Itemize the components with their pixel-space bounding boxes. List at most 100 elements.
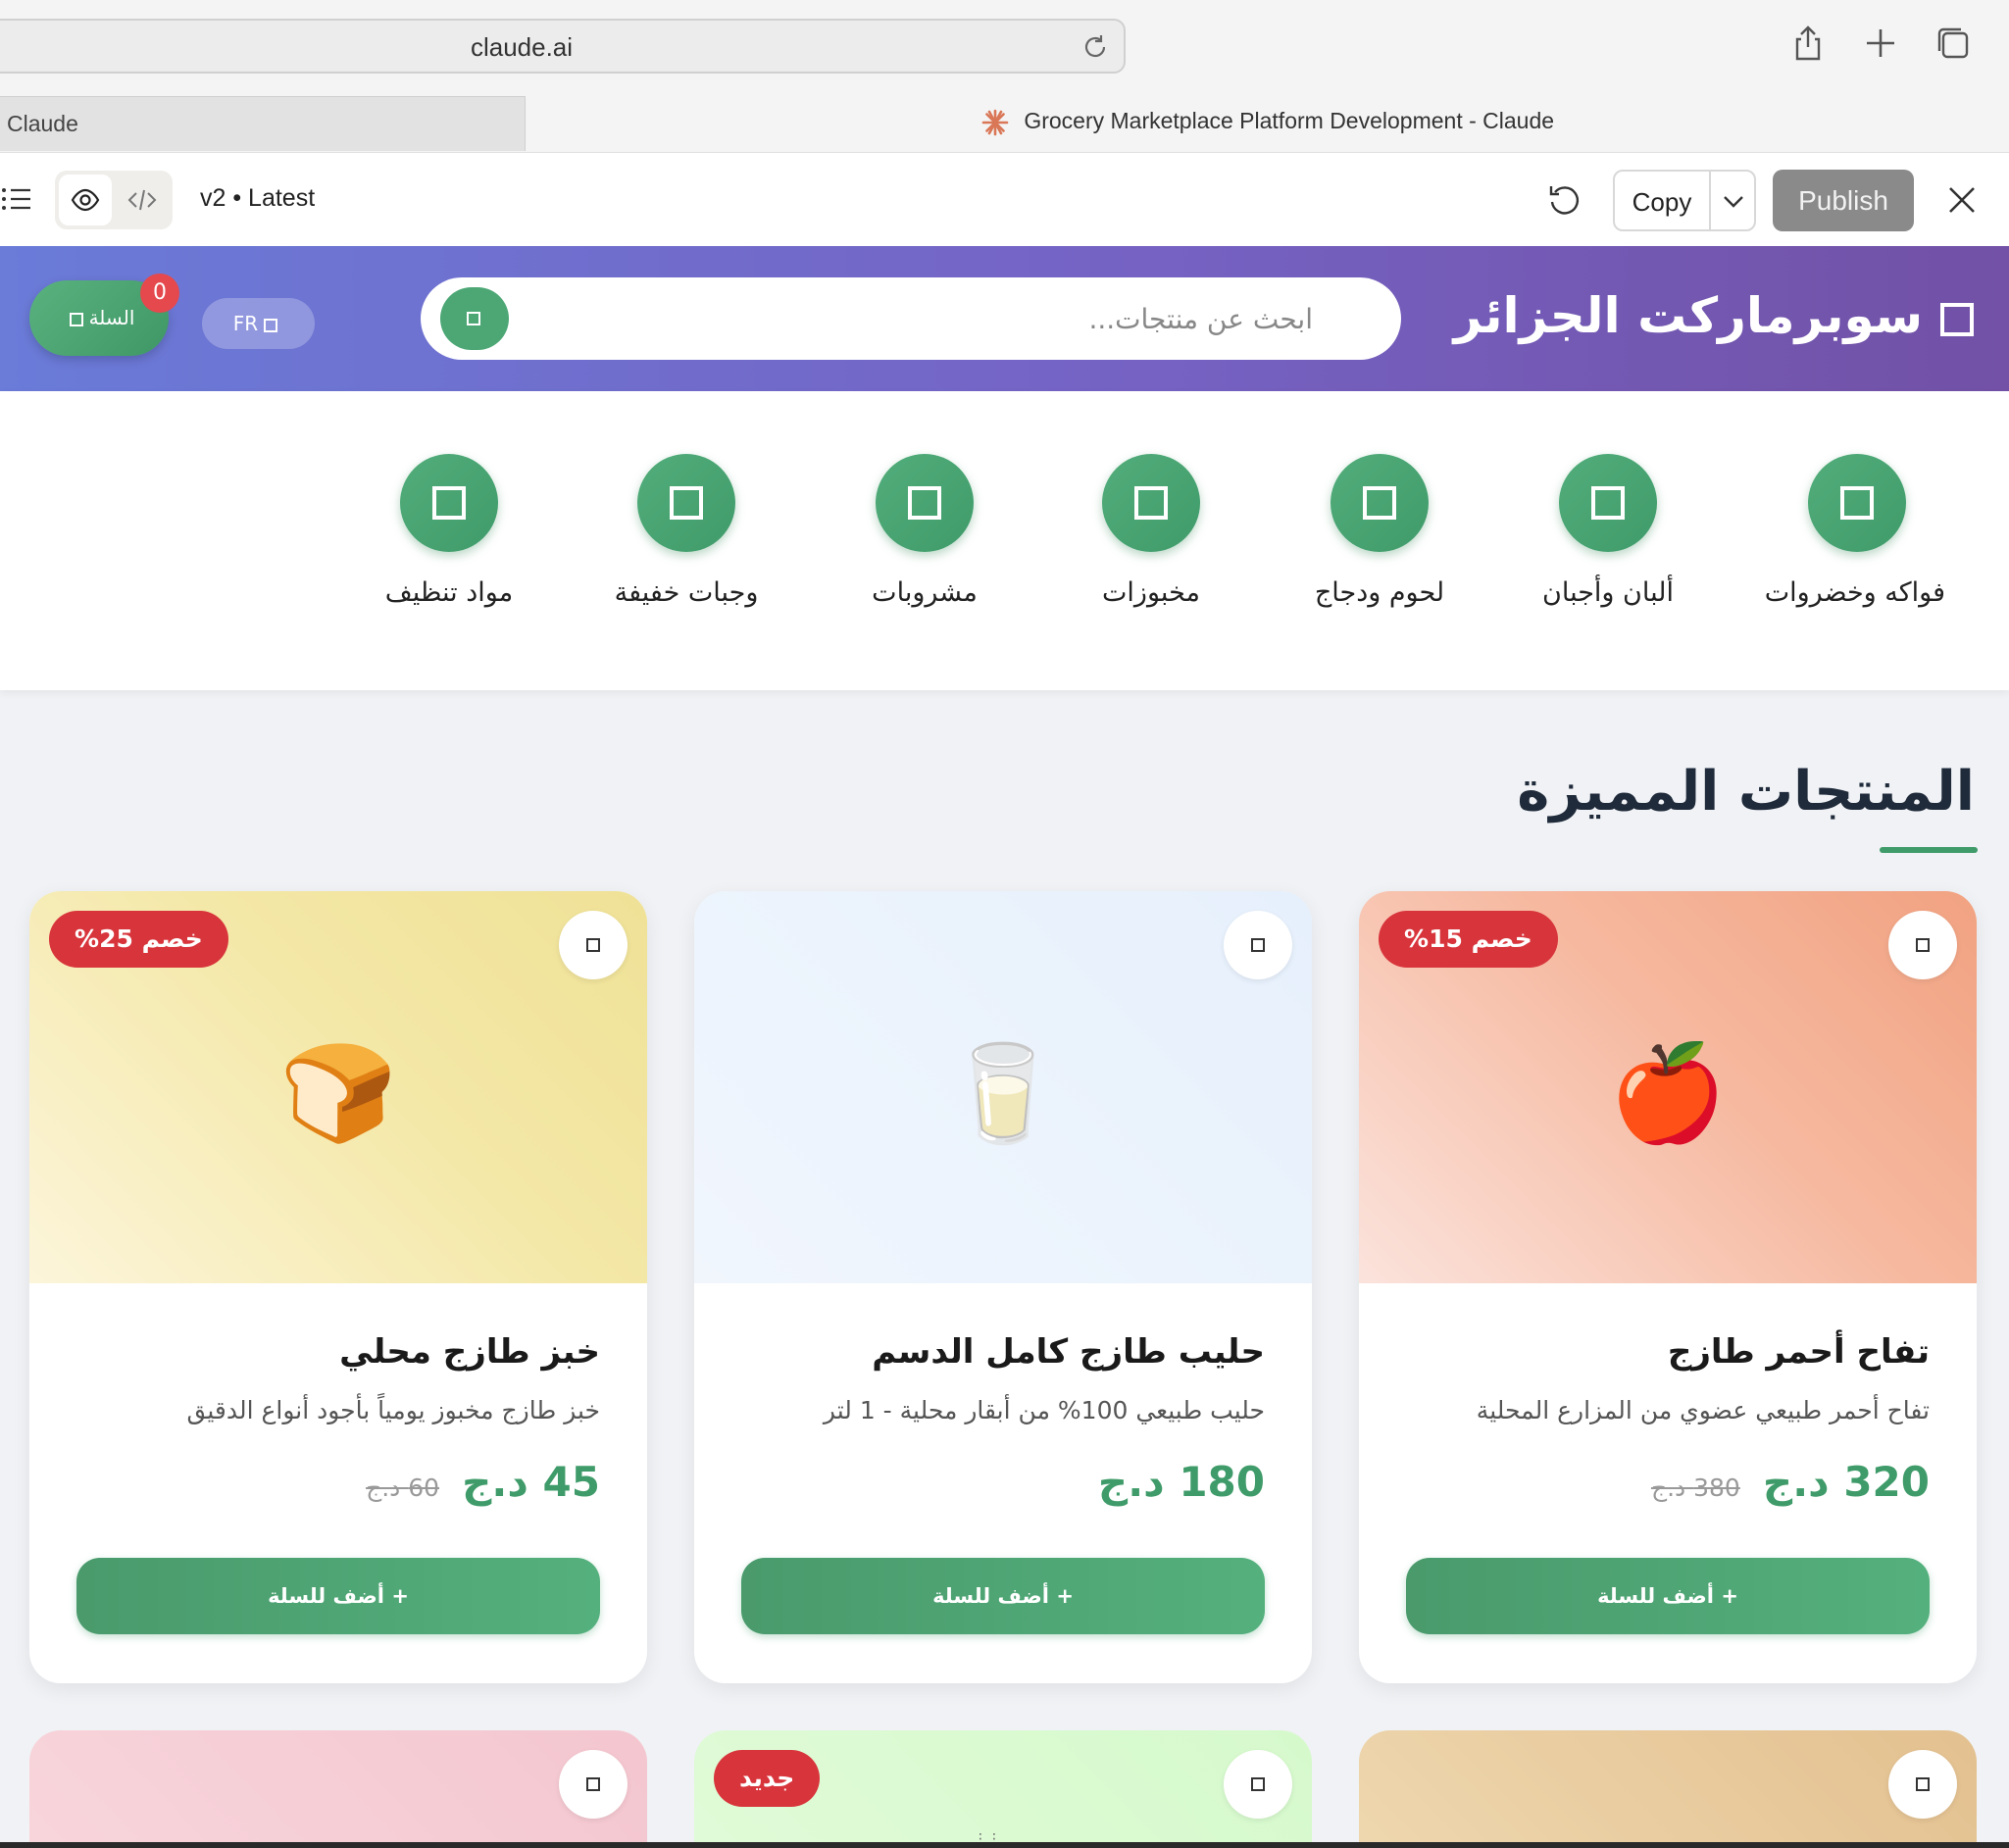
heart-icon (586, 1777, 600, 1791)
category-cleaning[interactable]: مواد تنظيف (361, 454, 537, 608)
tab-label: Claude (7, 111, 78, 136)
favorite-button[interactable] (1888, 1750, 1957, 1819)
heart-icon (1916, 938, 1930, 952)
new-badge: جديد (714, 1750, 821, 1807)
category-label: مشروبات (872, 577, 978, 608)
product-card[interactable]: 🍎 خصم 15% تفاح أحمر طازج تفاح أحمر طبيعي… (1359, 891, 1977, 1683)
divider (1709, 172, 1711, 229)
category-dairy-cheese[interactable]: ألبان وأجبان (1520, 454, 1696, 608)
category-icon (1808, 454, 1906, 552)
favorite-button[interactable] (559, 1750, 628, 1819)
category-label: لحوم ودجاج (1314, 577, 1445, 608)
category-bakery[interactable]: مخبوزات (1063, 454, 1239, 608)
code-button[interactable] (116, 175, 169, 225)
favorite-button[interactable] (1888, 911, 1957, 979)
product-image: 🍎 خصم 15% (1359, 891, 1977, 1283)
product-name: تفاح أحمر طازج (1667, 1332, 1930, 1372)
favorite-button[interactable] (559, 911, 628, 979)
category-icon (1331, 454, 1429, 552)
product-card[interactable]: 🍞 خصم 25% خبز طازج محلي خبز طازج مخبوز ي… (29, 891, 647, 1683)
add-to-cart-button[interactable]: + أضف للسلة (76, 1558, 600, 1634)
product-price: 180 د.ج (1097, 1458, 1265, 1506)
category-label: وجبات خفيفة (614, 577, 759, 608)
refresh-icon[interactable] (1545, 180, 1584, 220)
product-card[interactable] (1359, 1730, 1977, 1848)
store-header: السلة FR سوبرماركت الجزائر (0, 246, 2009, 391)
reload-icon[interactable] (1080, 32, 1110, 62)
product-image: 🥛 (694, 891, 1312, 1283)
cart-icon (69, 312, 83, 326)
claude-logo-icon (981, 109, 1009, 136)
chevron-down-icon[interactable] (1721, 189, 1746, 213)
favorite-button[interactable] (1224, 1750, 1292, 1819)
cart-label: السلة (88, 306, 135, 329)
heart-icon (1251, 938, 1265, 952)
url-text: claude.ai (470, 32, 574, 62)
view-toggle (55, 171, 173, 229)
category-icon (876, 454, 974, 552)
add-to-cart-button[interactable]: + أضف للسلة (741, 1558, 1265, 1634)
category-icon (400, 454, 498, 552)
add-to-cart-button[interactable]: + أضف للسلة (1406, 1558, 1930, 1634)
bottom-border (0, 1842, 2009, 1848)
category-meat-chicken[interactable]: لحوم ودجاج (1291, 454, 1468, 608)
address-bar[interactable]: claude.ai (0, 19, 1126, 74)
title-underline (1880, 847, 1978, 853)
product-emoji: 🥛 (944, 1038, 1062, 1148)
globe-icon (264, 318, 278, 332)
tab-claude[interactable]: Claude (0, 96, 526, 151)
old-price: 60 د.ج (366, 1473, 440, 1502)
language-toggle[interactable]: FR (202, 298, 315, 349)
search-input[interactable] (528, 299, 1313, 338)
product-card[interactable]: 🥛 حليب طازج كامل الدسم حليب طبيعي 100% م… (694, 891, 1312, 1683)
publish-button[interactable]: Publish (1773, 170, 1914, 231)
category-icon (1559, 454, 1657, 552)
version-label[interactable]: v2 • Latest (200, 184, 315, 213)
product-description: تفاح أحمر طبيعي عضوي من المزارع المحلية (1476, 1396, 1930, 1424)
product-card[interactable]: جديد (694, 1730, 1312, 1848)
category-icon (1102, 454, 1200, 552)
product-description: حليب طبيعي 100% من أبقار محلية - 1 لتر (823, 1396, 1265, 1424)
category-label: مواد تنظيف (384, 577, 514, 608)
language-label: FR (232, 312, 259, 335)
category-snacks[interactable]: وجبات خفيفة (598, 454, 775, 608)
category-icon (637, 454, 735, 552)
product-name: حليب طازج كامل الدسم (872, 1332, 1265, 1372)
product-image: 🍞 خصم 25% (29, 891, 647, 1283)
copy-button-group: Copy (1613, 170, 1756, 231)
product-description: خبز طازج مخبوز يومياً بأجود أنواع الدقيق (186, 1396, 600, 1424)
product-card[interactable] (29, 1730, 647, 1848)
product-name: خبز طازج محلي (339, 1332, 600, 1372)
browser-chrome: claude.ai Claude Grocery Marketplace Pla… (0, 0, 2009, 152)
search-button[interactable] (440, 287, 509, 350)
store-name: سوبرماركت الجزائر (1453, 287, 1923, 344)
heart-icon (586, 938, 600, 952)
section-title: المنتجات المميزة (1517, 760, 1975, 824)
category-fruits-vegetables[interactable]: فواكه وخضروات (1765, 454, 1945, 608)
list-icon[interactable] (0, 182, 33, 216)
preview-button[interactable] (59, 175, 112, 225)
discount-badge: خصم 15% (1379, 911, 1558, 968)
copy-button[interactable]: Copy (1615, 187, 1709, 218)
code-icon (127, 189, 157, 211)
price-row: 180 د.ج (1098, 1458, 1265, 1506)
artifact-toolbar: v2 • Latest Copy Publish (0, 152, 2009, 246)
heart-icon (1251, 1777, 1265, 1791)
share-icon[interactable] (1788, 24, 1828, 63)
tab-active[interactable]: Grocery Marketplace Platform Development… (526, 96, 2009, 151)
new-tab-icon[interactable] (1861, 24, 1900, 63)
close-icon[interactable] (1944, 182, 1980, 218)
category-beverages[interactable]: مشروبات (836, 454, 1013, 608)
old-price: 380 د.ج (1650, 1473, 1740, 1502)
cart-count-badge: 0 (140, 274, 179, 313)
category-label: مخبوزات (1102, 577, 1200, 608)
price-row: 45 د.ج 60 د.ج (366, 1458, 600, 1506)
favorite-button[interactable] (1224, 911, 1292, 979)
store-logo[interactable]: سوبرماركت الجزائر (1454, 287, 1974, 344)
tabs-overview-icon[interactable] (1934, 24, 1973, 63)
categories-bar: فواكه وخضروات ألبان وأجبان لحوم ودجاج مخ… (0, 391, 2009, 690)
search-bar (421, 277, 1401, 360)
heart-icon (1916, 1777, 1930, 1791)
discount-badge: خصم 25% (49, 911, 228, 968)
product-emoji: 🍞 (279, 1038, 397, 1148)
